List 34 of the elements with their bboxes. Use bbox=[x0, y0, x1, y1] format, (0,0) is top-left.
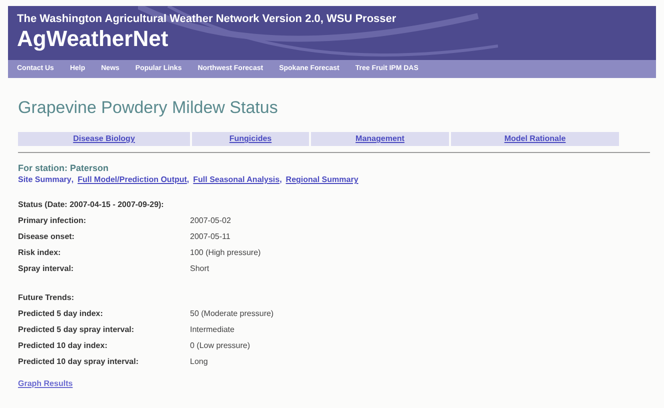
field-value: Intermediate bbox=[190, 324, 234, 336]
field-value: 100 (High pressure) bbox=[190, 247, 261, 259]
tab[interactable]: Management bbox=[311, 132, 449, 146]
field-label: Predicted 5 day spray interval: bbox=[18, 324, 136, 336]
tab[interactable]: Fungicides bbox=[192, 132, 309, 146]
field-value: Short bbox=[190, 263, 210, 275]
tab[interactable]: Disease Biology bbox=[18, 132, 190, 146]
comma: , bbox=[280, 174, 282, 186]
field-label: Risk index: bbox=[18, 247, 62, 259]
field-label: Primary infection: bbox=[18, 215, 88, 227]
field-value: 0 (Low pressure) bbox=[190, 340, 250, 352]
field-label: Spray interval: bbox=[18, 263, 75, 275]
tab[interactable]: Model Rationale bbox=[451, 132, 619, 146]
station-label: For station: Paterson bbox=[18, 162, 110, 174]
section-heading: Status (Date: 2007-04-15 - 2007-09-29): bbox=[18, 199, 165, 211]
summary-link[interactable]: Full Seasonal Analysis bbox=[193, 174, 280, 186]
field-label: Disease onset: bbox=[18, 231, 76, 243]
section-heading: Future Trends: bbox=[18, 292, 76, 304]
page-title: Grapevine Powdery Mildew Status bbox=[18, 98, 279, 118]
field-value: 50 (Moderate pressure) bbox=[190, 308, 274, 320]
summary-link[interactable]: Site Summary bbox=[18, 174, 72, 186]
field-value: Long bbox=[190, 356, 208, 368]
field-label: Predicted 10 day index: bbox=[18, 340, 108, 352]
field-value: 2007-05-02 bbox=[190, 215, 231, 227]
graph-results-link[interactable]: Graph Results bbox=[18, 378, 73, 390]
field-label: Predicted 5 day index: bbox=[18, 308, 104, 320]
summary-link[interactable]: Regional Summary bbox=[286, 174, 358, 186]
comma: , bbox=[186, 174, 190, 186]
field-value: 2007-05-11 bbox=[190, 231, 230, 243]
field-label: Predicted 10 day spray interval: bbox=[18, 356, 140, 368]
site-logo[interactable]: AgWeatherNet bbox=[17, 26, 656, 52]
header-subtitle: The Washington Agricultural Weather Network Version 2.0, WSU Prosser bbox=[17, 12, 398, 26]
comma: , bbox=[71, 174, 74, 186]
summary-link[interactable]: Full Model/Prediction Output bbox=[78, 174, 187, 186]
